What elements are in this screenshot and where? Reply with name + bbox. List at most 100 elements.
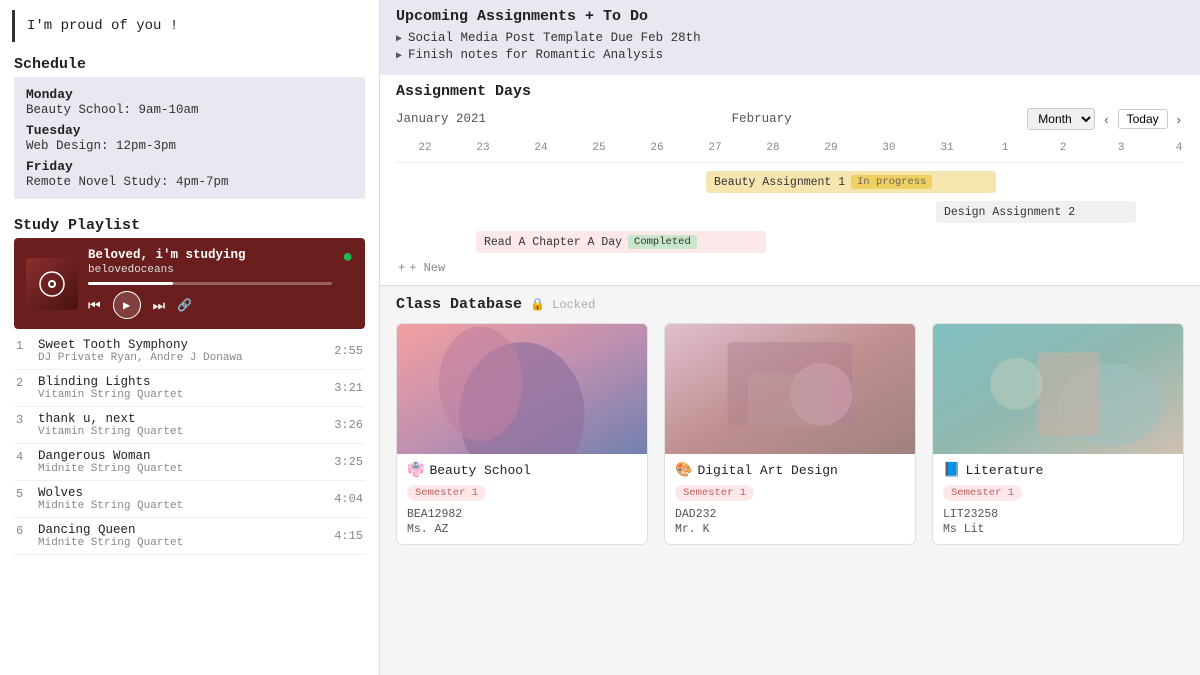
quote-text: I'm proud of you ! <box>27 18 178 34</box>
task-item-2: ▶ Finish notes for Romantic Analysis <box>396 48 1184 62</box>
card-code-beauty: BEA12982 <box>407 508 637 521</box>
progress-bar-fill <box>88 282 173 285</box>
album-art <box>26 258 78 310</box>
semester-badge-lit: Semester 1 <box>943 485 1022 501</box>
track-item-5[interactable]: 5 Wolves Midnite String Quartet 4:04 <box>14 481 365 518</box>
card-name-beauty: 👘 Beauty School <box>407 462 637 479</box>
day-cell-22[interactable]: 22 <box>396 140 454 156</box>
semester-badge-design: Semester 1 <box>675 485 754 501</box>
right-panel: Upcoming Assignments + To Do ▶ Social Me… <box>380 0 1200 675</box>
prev-button[interactable]: ⏮ <box>88 297 101 314</box>
card-title-beauty: Beauty School <box>429 463 530 478</box>
class-cards: 👘 Beauty School Semester 1 BEA12982 Ms. … <box>396 323 1184 545</box>
track-name-3: thank u, next <box>38 412 326 426</box>
track-item-3[interactable]: 3 thank u, next Vitamin String Quartet 3… <box>14 407 365 444</box>
card-name-lit: 📘 Literature <box>943 462 1173 479</box>
calendar-header: January 2021 February Month Week Day ‹ T… <box>396 108 1184 130</box>
card-teacher-beauty: Ms. AZ <box>407 523 637 536</box>
gantt-row-1[interactable]: Design Assignment 2 <box>396 197 1184 227</box>
track-info-4: Dangerous Woman Midnite String Quartet <box>38 449 326 475</box>
class-card-design[interactable]: 🎨 Digital Art Design Semester 1 DAD232 M… <box>664 323 916 545</box>
track-name-2: Blinding Lights <box>38 375 326 389</box>
day-cell-1[interactable]: 1 <box>976 140 1034 156</box>
track-dur-6: 4:15 <box>334 529 363 543</box>
card-emoji-lit: 📘 <box>943 462 960 479</box>
track-info-5: Wolves Midnite String Quartet <box>38 486 326 512</box>
day-cell-2[interactable]: 2 <box>1034 140 1092 156</box>
day-cell-24[interactable]: 24 <box>512 140 570 156</box>
month-label-jan: January 2021 <box>396 112 496 126</box>
gantt-bar-label-1: Design Assignment 2 <box>944 206 1075 219</box>
day-cell-4[interactable]: 4 <box>1150 140 1184 156</box>
track-info-2: Blinding Lights Vitamin String Quartet <box>38 375 326 401</box>
task-text-2: Finish notes for Romantic Analysis <box>408 48 663 62</box>
gantt-rows: Beauty Assignment 1In progress Design Ass… <box>396 167 1184 257</box>
gantt-bar-1[interactable]: Design Assignment 2 <box>936 201 1136 223</box>
prev-month-button[interactable]: ‹ <box>1101 111 1111 128</box>
play-button[interactable]: ▶ <box>113 291 141 319</box>
calendar-section: Assignment Days January 2021 February Mo… <box>380 75 1200 286</box>
class-card-lit[interactable]: 📘 Literature Semester 1 LIT23258 Ms Lit <box>932 323 1184 545</box>
day-cell-31[interactable]: 31 <box>918 140 976 156</box>
gantt-bar-label-2: Read A Chapter A Day <box>484 236 622 249</box>
day-cell-30[interactable]: 30 <box>860 140 918 156</box>
next-button[interactable]: ⏭ <box>153 297 166 314</box>
new-icon: + <box>398 261 405 275</box>
day-cell-27[interactable]: 27 <box>686 140 744 156</box>
track-info-1: Sweet Tooth Symphony DJ Private Ryan, An… <box>38 338 326 364</box>
card-teacher-design: Mr. K <box>675 523 905 536</box>
day-cell-23[interactable]: 23 <box>454 140 512 156</box>
progress-bar-bg[interactable] <box>88 282 332 285</box>
new-label: + New <box>409 261 445 275</box>
new-item-button[interactable]: + + New <box>396 257 1184 277</box>
gantt-bar-0[interactable]: Beauty Assignment 1In progress <box>706 171 996 193</box>
track-artist-6: Midnite String Quartet <box>38 537 326 549</box>
next-month-button[interactable]: › <box>1174 111 1184 128</box>
schedule-title: Schedule <box>0 48 379 77</box>
day-numbers-row: 2223242526272829303112345678910 <box>396 136 1184 163</box>
gantt-bar-2[interactable]: Read A Chapter A Day Completed <box>476 231 766 253</box>
upcoming-section: Upcoming Assignments + To Do ▶ Social Me… <box>380 0 1200 75</box>
track-item-2[interactable]: 2 Blinding Lights Vitamin String Quartet… <box>14 370 365 407</box>
day-cell-25[interactable]: 25 <box>570 140 628 156</box>
semester-badge-beauty: Semester 1 <box>407 485 486 501</box>
today-button[interactable]: Today <box>1118 109 1168 129</box>
track-item-6[interactable]: 6 Dancing Queen Midnite String Quartet 4… <box>14 518 365 555</box>
playlist-section: Beloved, i'm studying belovedoceans ⏮ ▶ … <box>0 238 379 675</box>
quote-bar: I'm proud of you ! <box>12 10 367 42</box>
day-cell-29[interactable]: 29 <box>802 140 860 156</box>
gantt-row-2[interactable]: Read A Chapter A Day Completed <box>396 227 1184 257</box>
schedule-item-tue: Web Design: 12pm-3pm <box>26 139 353 153</box>
calendar-grid: 2223242526272829303112345678910 Beauty A… <box>396 136 1184 277</box>
card-image-design <box>665 324 915 454</box>
month-label-feb: February <box>496 112 1027 126</box>
class-database-section: Class Database 🔒 Locked <box>380 286 1200 675</box>
track-item-1[interactable]: 1 Sweet Tooth Symphony DJ Private Ryan, … <box>14 333 365 370</box>
card-teacher-lit: Ms Lit <box>943 523 1173 536</box>
view-dropdown[interactable]: Month Week Day <box>1027 108 1095 130</box>
card-image-lit <box>933 324 1183 454</box>
track-num-6: 6 <box>16 523 30 538</box>
task-arrow-1: ▶ <box>396 33 402 45</box>
class-card-beauty[interactable]: 👘 Beauty School Semester 1 BEA12982 Ms. … <box>396 323 648 545</box>
left-panel: I'm proud of you ! Schedule Monday Beaut… <box>0 0 380 675</box>
upcoming-title: Upcoming Assignments + To Do <box>396 8 1184 25</box>
player-controls: ⏮ ▶ ⏭ 🔗 <box>88 291 332 319</box>
card-body-beauty: 👘 Beauty School Semester 1 BEA12982 Ms. … <box>397 454 647 544</box>
track-name-4: Dangerous Woman <box>38 449 326 463</box>
share-button[interactable]: 🔗 <box>177 298 192 312</box>
day-cell-3[interactable]: 3 <box>1092 140 1150 156</box>
schedule-day-tue: Tuesday <box>26 123 353 138</box>
track-num-3: 3 <box>16 412 30 427</box>
schedule-day-fri: Friday <box>26 159 353 174</box>
track-num-2: 2 <box>16 375 30 390</box>
task-text-1: Social Media Post Template Due Feb 28th <box>408 31 701 45</box>
calendar-title: Assignment Days <box>396 83 1184 100</box>
day-cell-28[interactable]: 28 <box>744 140 802 156</box>
track-item-4[interactable]: 4 Dangerous Woman Midnite String Quartet… <box>14 444 365 481</box>
gantt-row-0[interactable]: Beauty Assignment 1In progress <box>396 167 1184 197</box>
track-list[interactable]: 1 Sweet Tooth Symphony DJ Private Ryan, … <box>0 329 379 675</box>
db-title: Class Database 🔒 Locked <box>396 296 1184 313</box>
day-cell-26[interactable]: 26 <box>628 140 686 156</box>
status-badge-2: Completed <box>628 235 697 249</box>
